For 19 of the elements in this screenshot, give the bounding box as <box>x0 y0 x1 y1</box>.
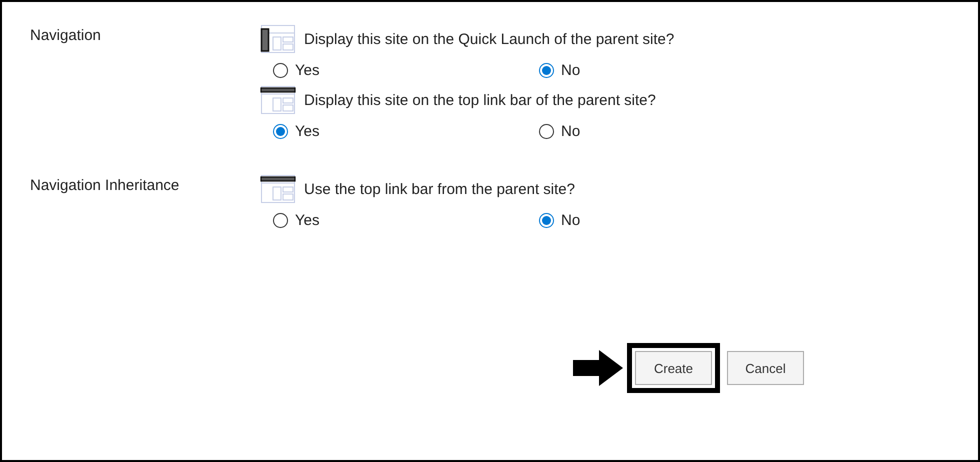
radio-button[interactable] <box>539 124 554 139</box>
section-label: Navigation <box>30 26 102 46</box>
question-text: Display this site on the Quick Launch of the parent site? <box>304 30 674 48</box>
radio-button[interactable] <box>273 63 288 78</box>
option-label: No <box>561 62 580 79</box>
radio-button[interactable] <box>539 213 554 228</box>
radio-button[interactable] <box>273 124 288 139</box>
option-label: Yes <box>295 123 320 140</box>
question-text: Display this site on the top link bar of the parent site? <box>304 92 656 108</box>
option-label: No <box>561 212 580 229</box>
option-label: Yes <box>295 212 320 229</box>
option-label: No <box>561 123 580 140</box>
question-text: Use the top link bar from the parent site? <box>304 180 575 198</box>
option-label: Yes <box>295 62 320 79</box>
cancel-button[interactable]: Cancel <box>727 351 804 385</box>
radio-button[interactable] <box>539 63 554 78</box>
create-button[interactable]: Create <box>635 351 712 385</box>
radio-button[interactable] <box>273 213 288 228</box>
section-label: Navigation Inheritance <box>30 176 180 196</box>
